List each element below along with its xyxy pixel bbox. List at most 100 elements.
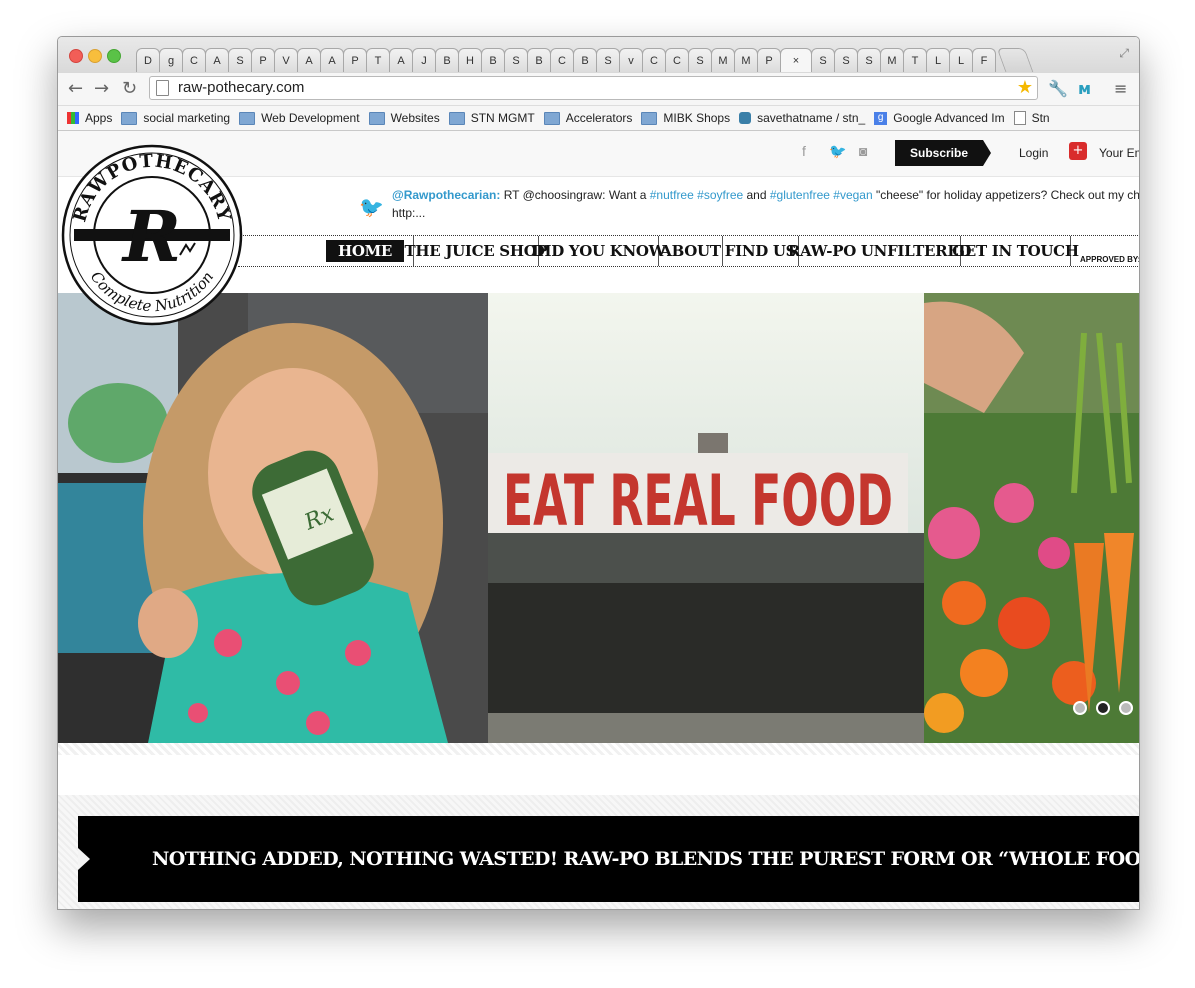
nav-did-you-know[interactable]: DID YOU KNOW — [532, 236, 666, 266]
browser-tab[interactable]: B — [481, 48, 505, 72]
browser-tab[interactable]: v — [619, 48, 643, 72]
hashtag-link[interactable]: #vegan — [833, 188, 872, 202]
browser-tab[interactable]: C — [642, 48, 666, 72]
browser-tab[interactable]: T — [366, 48, 390, 72]
browser-tab[interactable]: S — [811, 48, 835, 72]
rawpothecary-logo[interactable]: RAWPOTHECARY Complete Nutrition R — [60, 143, 244, 327]
browser-tab[interactable]: F — [972, 48, 996, 72]
bookmark-star-icon[interactable]: ★ — [1017, 77, 1033, 98]
url-text[interactable]: raw-pothecary.com — [178, 79, 304, 96]
browser-tab[interactable]: A — [205, 48, 229, 72]
bookmark-label: Stn — [1031, 111, 1050, 125]
browser-tab[interactable]: B — [435, 48, 459, 72]
twitter-icon[interactable]: 🐦 — [829, 143, 846, 160]
browser-tab[interactable]: C — [182, 48, 206, 72]
tweet-link[interactable]: http:... — [392, 204, 1139, 222]
menu-icon[interactable]: ≡ — [1114, 79, 1127, 98]
active-tab[interactable]: × — [780, 48, 812, 72]
browser-tab[interactable]: P — [343, 48, 367, 72]
folder-icon — [121, 111, 138, 125]
bookmark-label: Web Development — [261, 111, 360, 125]
subscribe-button[interactable]: Subscribe — [895, 140, 991, 166]
bookmark-google-advanced[interactable]: g Google Advanced Im — [874, 111, 1005, 125]
nav-get-in-touch[interactable]: GET IN TOUCH — [952, 236, 1079, 266]
browser-tab[interactable]: M — [711, 48, 735, 72]
back-arrow-icon[interactable]: ← — [68, 78, 83, 99]
instagram-icon[interactable]: ◙ — [859, 143, 867, 159]
bookmark-social-marketing[interactable]: social marketing — [121, 111, 230, 125]
bookmark-label: social marketing — [143, 111, 231, 125]
nav-raw-po-unfiltered[interactable]: RAW-PO UNFILTERED — [788, 236, 971, 266]
folder-icon — [641, 111, 658, 125]
wrench-icon[interactable]: 🔧 — [1048, 79, 1068, 98]
bookmark-mibk-shops[interactable]: MIBK Shops — [641, 111, 730, 125]
zoom-window-button[interactable] — [107, 49, 121, 63]
image-slider[interactable]: Rx EAT REAL FOOD — [58, 293, 1139, 743]
document-icon — [1013, 111, 1026, 125]
slider-dot-2[interactable] — [1096, 701, 1110, 715]
hashtag-link[interactable]: #nutfree — [650, 188, 694, 202]
folder-icon — [239, 111, 256, 125]
browser-tab[interactable]: C — [550, 48, 574, 72]
bookmark-websites[interactable]: Websites — [368, 111, 440, 125]
hashtag-link[interactable]: #soyfree — [697, 188, 743, 202]
browser-tab[interactable]: M — [880, 48, 904, 72]
browser-tab[interactable]: g — [159, 48, 183, 72]
nav-about[interactable]: ABOUT — [659, 236, 723, 266]
slider-dot-3[interactable] — [1119, 701, 1133, 715]
browser-tab[interactable]: V — [274, 48, 298, 72]
address-bar[interactable]: raw-pothecary.com ★ — [149, 76, 1038, 100]
divider-stripe — [58, 743, 1139, 755]
browser-tab[interactable]: M — [734, 48, 758, 72]
browser-tab[interactable]: P — [251, 48, 275, 72]
forward-arrow-icon[interactable]: → — [94, 78, 109, 99]
extension-icon[interactable]: ᴍ — [1078, 79, 1091, 98]
minimize-window-button[interactable] — [88, 49, 102, 63]
bookmark-accelerators[interactable]: Accelerators — [543, 111, 632, 125]
browser-tab[interactable]: B — [573, 48, 597, 72]
browser-tab[interactable]: S — [857, 48, 881, 72]
login-link[interactable]: Login — [1019, 146, 1048, 160]
browser-tab[interactable]: L — [926, 48, 950, 72]
reload-icon[interactable]: ↻ — [122, 78, 137, 99]
slide-eat-real-food-sign: EAT REAL FOOD — [488, 293, 924, 743]
browser-tab[interactable]: A — [320, 48, 344, 72]
bookmark-stn-mgmt[interactable]: STN MGMT — [448, 111, 535, 125]
latest-tweet: @Rawpothecarian: RT @choosingraw: Want a… — [392, 186, 1139, 222]
browser-window: Dg C A S P V A A P T A J B H B S B C B Sv C C S M M P × S S S M T L L F ⤢ … — [57, 36, 1140, 910]
browser-tab[interactable]: P — [757, 48, 781, 72]
browser-tab[interactable]: C — [665, 48, 689, 72]
browser-tab[interactable]: S — [504, 48, 528, 72]
browser-tab[interactable]: S — [228, 48, 252, 72]
bookmark-savethatname[interactable]: savethatname / stn_ — [739, 111, 865, 125]
tweet-handle[interactable]: @Rawpothecarian: — [392, 188, 500, 202]
facebook-icon[interactable]: f — [802, 143, 806, 159]
browser-tab[interactable]: S — [834, 48, 858, 72]
hashtag-link[interactable]: #glutenfree — [770, 188, 830, 202]
bookmark-stn[interactable]: Stn — [1013, 111, 1050, 125]
browser-tab[interactable]: T — [903, 48, 927, 72]
browser-tab[interactable]: D — [136, 48, 160, 72]
main-navigation: HOME THE JUICE SHOP DID YOU KNOW ABOUT F… — [238, 235, 1139, 267]
browser-tab[interactable]: S — [688, 48, 712, 72]
fullscreen-icon[interactable]: ⤢ — [1119, 46, 1129, 61]
approved-by-label: APPROVED BY: — [1080, 255, 1139, 264]
cart-icon[interactable]: + — [1069, 142, 1087, 160]
tweet-text: RT @choosingraw: Want a — [500, 188, 650, 202]
browser-tab[interactable]: J — [412, 48, 436, 72]
browser-tab[interactable]: A — [389, 48, 413, 72]
browser-tab[interactable]: H — [458, 48, 482, 72]
browser-tab[interactable]: S — [596, 48, 620, 72]
browser-tab[interactable]: B — [527, 48, 551, 72]
twitter-bird-icon: 🐦 — [359, 195, 384, 219]
slider-dot-1[interactable] — [1073, 701, 1087, 715]
browser-tab[interactable]: A — [297, 48, 321, 72]
bookmark-web-development[interactable]: Web Development — [239, 111, 360, 125]
new-tab-button[interactable] — [996, 48, 1034, 72]
nav-juice-shop[interactable]: THE JUICE SHOP — [405, 236, 548, 266]
your-email-link[interactable]: Your Em — [1099, 146, 1139, 160]
close-window-button[interactable] — [69, 49, 83, 63]
bookmark-apps[interactable]: Apps — [67, 111, 112, 125]
browser-tab[interactable]: L — [949, 48, 973, 72]
nav-home[interactable]: HOME — [326, 240, 404, 262]
